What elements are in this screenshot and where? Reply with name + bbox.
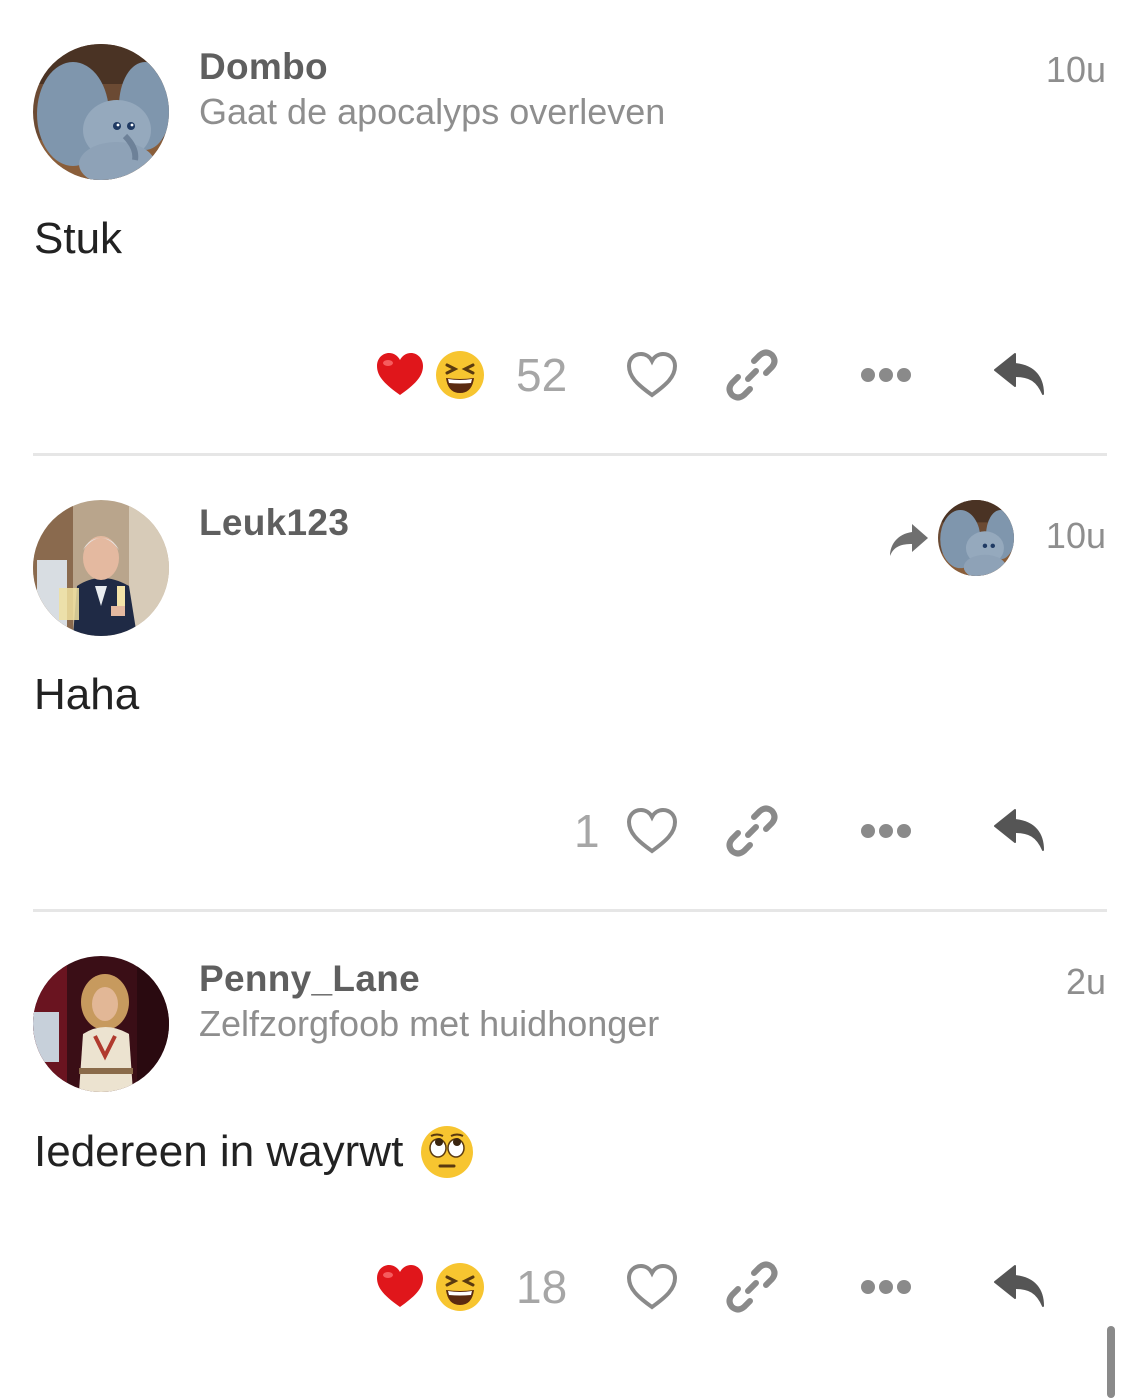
reply-icon [994, 1265, 1044, 1307]
post-body-text: Iedereen in wayrwt [34, 1127, 404, 1176]
reaction-count[interactable]: 18 [516, 1260, 567, 1314]
heart-outline-icon [626, 351, 678, 398]
post-body: Iedereen in wayrwt [34, 1124, 475, 1180]
avatar[interactable] [33, 44, 169, 180]
post-actions: 1 [0, 796, 1125, 866]
post-stream: Dombo Gaat de apocalyps overleven 10u St… [0, 0, 1125, 1398]
link-icon [726, 349, 778, 401]
reply-to-indicator[interactable] [886, 500, 1016, 578]
username[interactable]: Dombo [199, 44, 328, 90]
reply-icon [994, 809, 1044, 851]
ellipsis-icon [861, 824, 911, 838]
like-count[interactable]: 1 [574, 804, 600, 858]
post-timestamp[interactable]: 10u [1046, 514, 1106, 558]
avatar-dumbo-image [33, 44, 169, 180]
username[interactable]: Penny_Lane [199, 956, 420, 1002]
heart-outline-icon [626, 1263, 678, 1310]
post-body-text: Haha [34, 670, 140, 719]
like-button[interactable] [622, 1258, 682, 1316]
reply-button[interactable] [990, 346, 1050, 404]
ellipsis-icon [861, 368, 911, 382]
post-body: Stuk [34, 212, 122, 266]
post-body-text: Stuk [34, 214, 123, 263]
copy-link-button[interactable] [722, 346, 782, 404]
avatar[interactable] [33, 500, 169, 636]
post: Penny_Lane Zelfzorgfoob met huidhonger 2… [0, 912, 1125, 1398]
username[interactable]: Leuk123 [199, 500, 349, 546]
ellipsis-icon [861, 1280, 911, 1294]
more-options-button[interactable] [856, 1258, 916, 1316]
copy-link-button[interactable] [722, 1258, 782, 1316]
post-body: Haha [34, 668, 139, 722]
copy-link-button[interactable] [722, 802, 782, 860]
reply-to-avatar[interactable] [938, 500, 1014, 576]
heart-reaction-icon[interactable] [374, 349, 426, 401]
avatar-man-image [33, 500, 169, 636]
reply-button[interactable] [990, 802, 1050, 860]
reaction-count[interactable]: 52 [516, 348, 567, 402]
post-actions: 52 [0, 340, 1125, 410]
user-title: Gaat de apocalyps overleven [199, 91, 666, 132]
avatar-dumbo-image [938, 500, 1014, 576]
heart-reaction-icon[interactable] [374, 1261, 426, 1313]
link-icon [726, 1261, 778, 1313]
post-timestamp[interactable]: 2u [1066, 960, 1106, 1004]
avatar[interactable] [33, 956, 169, 1092]
more-options-button[interactable] [856, 802, 916, 860]
avatar-woman-image [33, 956, 169, 1092]
scrollbar[interactable] [1107, 1326, 1115, 1398]
more-options-button[interactable] [856, 346, 916, 404]
reply-button[interactable] [990, 1258, 1050, 1316]
post: Dombo Gaat de apocalyps overleven 10u St… [0, 0, 1125, 456]
share-arrow-icon [890, 524, 928, 556]
like-button[interactable] [622, 346, 682, 404]
reply-icon [994, 353, 1044, 395]
heart-outline-icon [626, 807, 678, 854]
link-icon [726, 805, 778, 857]
face-with-rolling-eyes-icon [421, 1126, 474, 1178]
grinning-squinting-reaction-icon[interactable] [434, 349, 486, 401]
post-timestamp[interactable]: 10u [1046, 48, 1106, 92]
user-title: Zelfzorgfoob met huidhonger [199, 1003, 660, 1044]
grinning-squinting-reaction-icon[interactable] [434, 1261, 486, 1313]
post-actions: 18 [0, 1252, 1125, 1322]
like-button[interactable] [622, 802, 682, 860]
post: Leuk123 10u Haha 1 [0, 456, 1125, 912]
